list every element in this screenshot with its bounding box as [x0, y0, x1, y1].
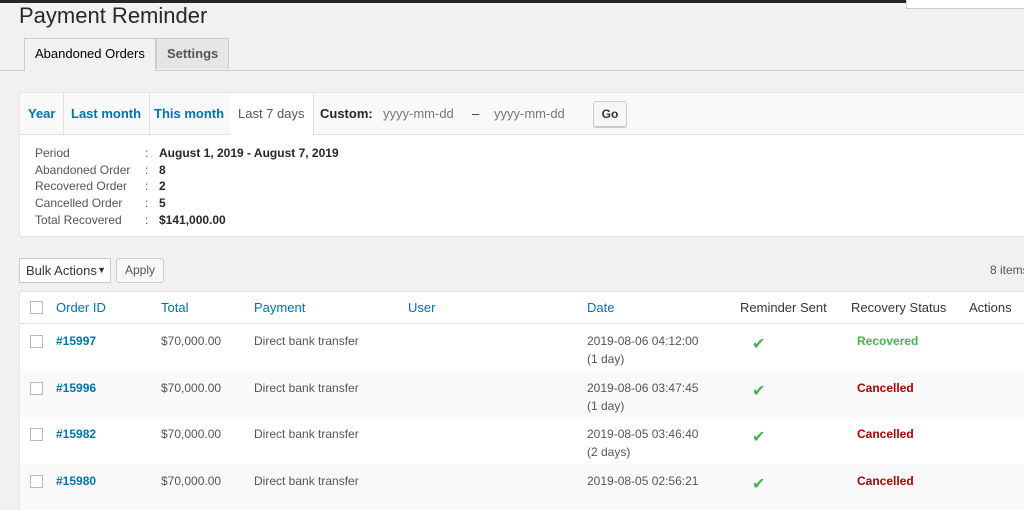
order-age: (1 day)	[587, 399, 624, 413]
date-range-bar: Year Last month This month Last 7 days C…	[20, 93, 1024, 135]
orders-table: Order ID Total Payment User Date Reminde…	[19, 291, 1024, 510]
row-checkbox[interactable]	[30, 475, 43, 488]
stat-label: Abandoned Order	[35, 162, 130, 179]
row-checkbox[interactable]	[30, 428, 43, 441]
stat-total-recovered: Total Recovered : $141,000.00	[35, 212, 435, 229]
nav-tabs: Abandoned Orders Settings	[0, 38, 1024, 71]
stat-value: August 1, 2019 - August 7, 2019	[159, 145, 339, 162]
order-total: $70,000.00	[161, 334, 221, 348]
table-header: Order ID Total Payment User Date Reminde…	[20, 292, 1024, 324]
order-date: 2019-08-05 02:56:21	[587, 474, 698, 488]
stat-colon: :	[145, 162, 148, 179]
stat-colon: :	[145, 195, 148, 212]
stat-label: Period	[35, 145, 70, 162]
order-id-link[interactable]: #15982	[56, 427, 96, 441]
stat-label: Recovered Order	[35, 178, 127, 195]
screen-options-tab[interactable]	[906, 0, 1024, 9]
order-total: $70,000.00	[161, 381, 221, 395]
range-last-month-link[interactable]: Last month	[63, 93, 150, 134]
stat-value: $141,000.00	[159, 212, 226, 229]
recovery-status: Recovered	[857, 334, 918, 348]
col-recovery-status: Recovery Status	[851, 292, 946, 323]
report-filter-panel: Year Last month This month Last 7 days C…	[19, 92, 1024, 237]
page-title: Payment Reminder	[19, 3, 207, 29]
recovery-status: Cancelled	[857, 427, 914, 441]
order-id-link[interactable]: #15997	[56, 334, 96, 348]
order-payment: Direct bank transfer	[254, 427, 359, 441]
order-date: 2019-08-06 04:12:00	[587, 334, 698, 348]
date-separator: –	[472, 93, 479, 134]
col-date[interactable]: Date	[587, 292, 614, 323]
range-year-link[interactable]: Year	[20, 93, 64, 134]
col-user[interactable]: User	[408, 292, 435, 323]
row-checkbox[interactable]	[30, 335, 43, 348]
order-age: (2 days)	[587, 445, 630, 459]
order-payment: Direct bank transfer	[254, 334, 359, 348]
check-icon: ✔	[752, 474, 765, 494]
stat-value: 2	[159, 178, 166, 195]
summary-stats: Period : August 1, 2019 - August 7, 2019…	[35, 145, 435, 228]
tab-abandoned-orders[interactable]: Abandoned Orders	[24, 38, 156, 71]
col-reminder-sent: Reminder Sent	[740, 292, 827, 323]
order-age: (1 day)	[587, 352, 624, 366]
row-checkbox[interactable]	[30, 382, 43, 395]
caret-down-icon: ▼	[97, 259, 106, 282]
order-payment: Direct bank transfer	[254, 474, 359, 488]
stat-cancelled-order: Cancelled Order : 5	[35, 195, 435, 212]
stat-period: Period : August 1, 2019 - August 7, 2019	[35, 145, 435, 162]
select-all-checkbox[interactable]	[30, 301, 43, 314]
order-date: 2019-08-06 03:47:45	[587, 381, 698, 395]
stat-label: Cancelled Order	[35, 195, 122, 212]
stat-colon: :	[145, 178, 148, 195]
recovery-status: Cancelled	[857, 381, 914, 395]
col-order-id[interactable]: Order ID	[56, 292, 106, 323]
end-date-input[interactable]: yyyy-mm-dd	[494, 93, 565, 134]
stat-label: Total Recovered	[35, 212, 122, 229]
col-total[interactable]: Total	[161, 292, 188, 323]
check-icon: ✔	[752, 427, 765, 447]
stat-recovered-order: Recovered Order : 2	[35, 178, 435, 195]
bulk-actions-label: Bulk Actions	[26, 263, 97, 278]
col-payment[interactable]: Payment	[254, 292, 305, 323]
order-id-link[interactable]: #15980	[56, 474, 96, 488]
order-date: 2019-08-05 03:46:40	[587, 427, 698, 441]
range-last-7-days-link[interactable]: Last 7 days	[230, 93, 314, 135]
order-id-link[interactable]: #15996	[56, 381, 96, 395]
order-total: $70,000.00	[161, 474, 221, 488]
start-date-input[interactable]: yyyy-mm-dd	[383, 93, 454, 134]
stat-value: 8	[159, 162, 166, 179]
check-icon: ✔	[752, 334, 765, 354]
order-total: $70,000.00	[161, 427, 221, 441]
stat-abandoned-order: Abandoned Order : 8	[35, 162, 435, 179]
stat-colon: :	[145, 145, 148, 162]
apply-button[interactable]: Apply	[116, 258, 164, 283]
range-this-month-link[interactable]: This month	[146, 93, 233, 134]
custom-range-label: Custom:	[320, 93, 373, 134]
bulk-actions-select[interactable]: Bulk Actions ▼	[19, 258, 111, 283]
stat-value: 5	[159, 195, 166, 212]
recovery-status: Cancelled	[857, 474, 914, 488]
check-icon: ✔	[752, 381, 765, 401]
tab-settings[interactable]: Settings	[156, 38, 229, 69]
table-row: #15997 $70,000.00 Direct bank transfer 2…	[20, 324, 1024, 371]
table-row: #15996 $70,000.00 Direct bank transfer 2…	[20, 371, 1024, 418]
table-row: #15982 $70,000.00 Direct bank transfer 2…	[20, 417, 1024, 464]
order-payment: Direct bank transfer	[254, 381, 359, 395]
col-actions: Actions	[969, 292, 1012, 323]
items-count: 8 items	[990, 263, 1024, 277]
stat-colon: :	[145, 212, 148, 229]
go-button[interactable]: Go	[593, 101, 627, 127]
